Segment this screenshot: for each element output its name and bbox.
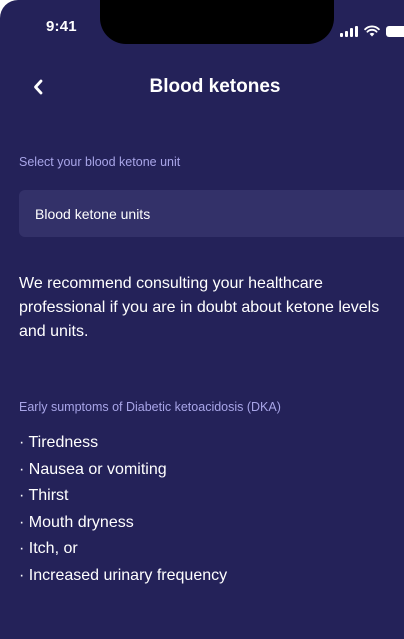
ketone-unit-select[interactable]: Blood ketone units bbox=[19, 190, 404, 237]
device-notch bbox=[100, 0, 334, 44]
dka-symptom-list: Tiredness Nausea or vomiting Thirst Mout… bbox=[19, 430, 227, 589]
list-item: Mouth dryness bbox=[19, 510, 227, 537]
status-time: 9:41 bbox=[46, 18, 77, 35]
list-item: Nausea or vomiting bbox=[19, 457, 227, 484]
cellular-signal-icon bbox=[340, 26, 358, 37]
consult-info-text: We recommend consulting your healthcare … bbox=[19, 275, 380, 340]
list-item: Tiredness bbox=[19, 430, 227, 457]
list-item: Increased urinary frequency bbox=[19, 563, 227, 590]
list-item: Itch, or bbox=[19, 536, 227, 563]
navigation-bar: Blood ketones bbox=[0, 70, 404, 106]
battery-icon bbox=[386, 26, 404, 37]
unit-section-label: Select your blood ketone unit bbox=[19, 155, 181, 169]
ketone-unit-select-value: Blood ketone units bbox=[35, 205, 151, 222]
list-item: Thirst bbox=[19, 483, 227, 510]
dka-section-label: Early sumptoms of Diabetic ketoacidosis … bbox=[19, 400, 281, 414]
status-icons bbox=[340, 23, 404, 37]
status-bar: 9:41 bbox=[0, 0, 404, 46]
wifi-icon bbox=[364, 25, 380, 37]
page-title: Blood ketones bbox=[149, 76, 281, 97]
phone-screen: 9:41 Blood ketones Select your blood ket… bbox=[0, 0, 404, 639]
